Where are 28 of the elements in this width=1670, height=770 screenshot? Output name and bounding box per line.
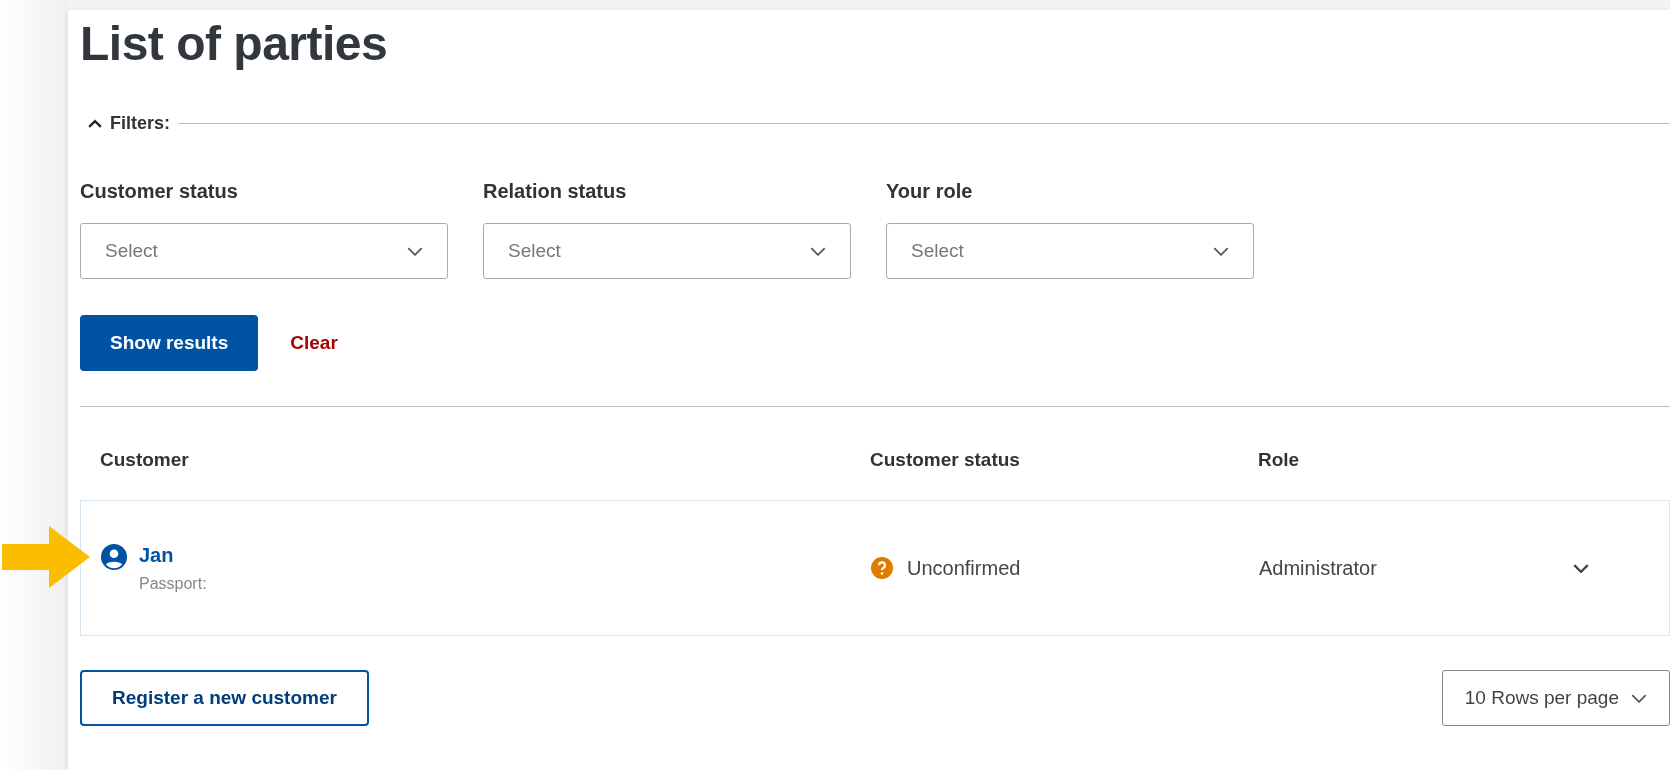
select-field[interactable]: Select <box>886 223 1254 279</box>
register-button[interactable]: Register a new customer <box>80 670 369 726</box>
clear-link[interactable]: Clear <box>290 332 338 354</box>
field-label: Customer status <box>80 180 239 203</box>
field-label: Your role <box>886 180 974 203</box>
column-header: Customer status <box>870 449 1021 471</box>
table-row[interactable]: Jan Passport: Unconfirmed Administrator <box>80 500 1670 636</box>
chevron-icon <box>88 118 102 129</box>
column-header: Customer <box>99 449 190 471</box>
page-title: List of parties <box>80 16 389 71</box>
chevron-down-icon[interactable] <box>1573 563 1589 573</box>
chevron-down-icon <box>1631 693 1647 703</box>
question-icon <box>871 557 893 579</box>
status-text: Unconfirmed <box>907 556 1021 580</box>
chevron-down-icon <box>407 246 423 256</box>
filters-toggle[interactable]: Filters: <box>88 113 170 134</box>
rows-per-page-select[interactable]: 10 Rows per page <box>1441 670 1670 726</box>
select-field[interactable]: Select <box>483 223 851 279</box>
chevron-down-icon <box>1213 246 1229 256</box>
show-results-button[interactable]: Show results <box>80 315 259 371</box>
role-text: Administrator <box>1259 556 1378 580</box>
select-field[interactable]: Select <box>80 223 448 279</box>
field-label: Relation status <box>483 180 628 203</box>
chevron-down-icon <box>810 246 826 256</box>
customer-detail: Passport: <box>139 574 207 593</box>
customer-link[interactable]: Jan <box>139 543 207 567</box>
column-header: Role <box>1258 449 1301 471</box>
user-icon <box>101 543 127 570</box>
